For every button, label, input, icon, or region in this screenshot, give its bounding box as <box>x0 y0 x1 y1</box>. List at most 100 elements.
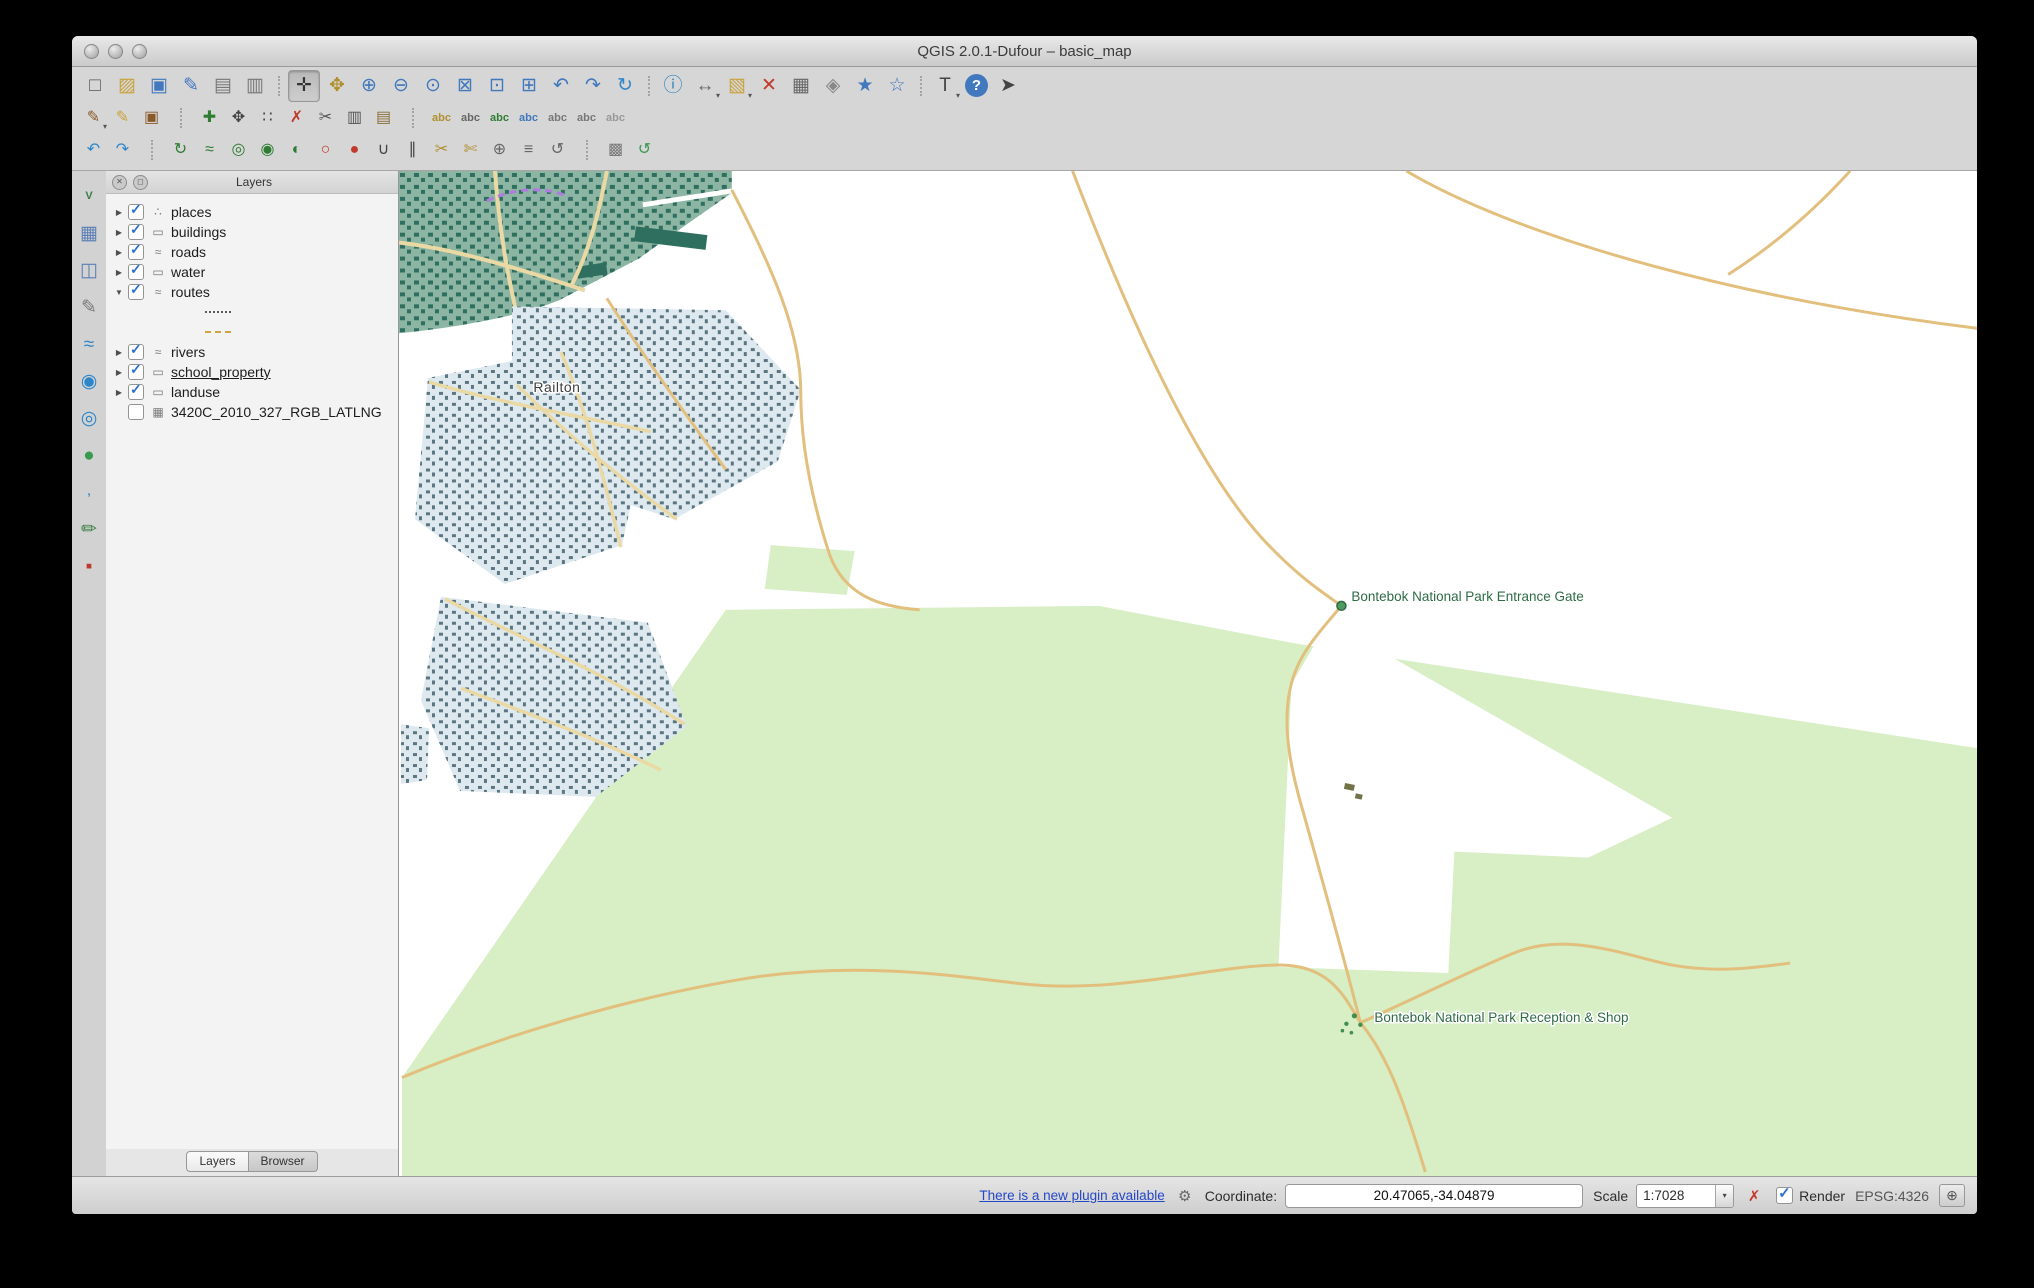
legend-item-routes-dotted[interactable]: ✓ <box>112 302 398 322</box>
attribute-table-button[interactable]: ▦ ▾ <box>786 71 816 101</box>
simplify-feature-button[interactable]: ≈ ▾ <box>196 137 223 164</box>
zoom-native-button[interactable]: ⊙ ▾ <box>418 71 448 101</box>
expander-icon[interactable]: ▶ <box>112 228 126 237</box>
deselect-features-button[interactable]: ✕ ▾ <box>754 71 784 101</box>
split-features-button[interactable]: ✂ ▾ <box>428 137 455 164</box>
reshape-features-button[interactable]: ∪ ▾ <box>370 137 397 164</box>
float-panel-icon[interactable]: ◻ <box>133 175 148 190</box>
change-label-button[interactable]: abc ▾ <box>544 105 571 132</box>
add-wfs-layer-button[interactable]: ● ▾ <box>74 440 104 470</box>
split-parts-button[interactable]: ✄ ▾ <box>457 137 484 164</box>
copy-features-button[interactable]: ▥ ▾ <box>341 105 368 132</box>
titlebar[interactable]: QGIS 2.0.1-Dufour – basic_map <box>72 36 1977 67</box>
offset-curve-button[interactable]: ∥ ▾ <box>399 137 426 164</box>
local-stretch-button[interactable]: ↺ ▾ <box>631 137 658 164</box>
toggle-editing-button[interactable]: ✎ ▾ <box>109 105 136 132</box>
identify-features-button[interactable]: ⓘ ▾ <box>658 71 688 101</box>
add-raster-layer-button[interactable]: ▦ ▾ <box>74 218 104 248</box>
new-bookmark-button[interactable]: ★ ▾ <box>850 71 880 101</box>
redo-button[interactable]: ↷ ▾ <box>109 137 136 164</box>
rotate-label-button[interactable]: abc ▾ <box>515 105 542 132</box>
new-print-composer-button[interactable]: ▤ ▾ <box>208 71 238 101</box>
plugin-available-link[interactable]: There is a new plugin available <box>979 1188 1164 1203</box>
add-wcs-layer-button[interactable]: ◎ ▾ <box>74 403 104 433</box>
current-edits-button[interactable]: ✎ ▾ <box>80 105 107 132</box>
toolbar-separator[interactable]: ▾ <box>138 137 165 164</box>
zoom-to-layer-button[interactable]: ⊞ ▾ <box>514 71 544 101</box>
toolbar-separator[interactable]: ▾ <box>914 71 928 101</box>
zoom-next-button[interactable]: ↷ ▾ <box>578 71 608 101</box>
layer-checkbox[interactable]: ✓ <box>128 344 144 360</box>
minimize-window-button[interactable] <box>108 44 123 59</box>
pan-map-button[interactable]: ✛ ▾ <box>288 70 320 102</box>
close-window-button[interactable] <box>84 44 99 59</box>
expander-icon[interactable]: ▶ <box>112 368 126 377</box>
expander-icon[interactable]: ▶ <box>112 268 126 277</box>
cut-features-button[interactable]: ✂ ▾ <box>312 105 339 132</box>
layer-item-school-property[interactable]: ▶ ✓ ▭ school_property <box>112 362 398 382</box>
zoom-window-button[interactable] <box>132 44 147 59</box>
expander-icon[interactable]: ▶ <box>112 248 126 257</box>
crs-status-button[interactable]: ⊕ <box>1939 1184 1965 1207</box>
save-project-as-button[interactable]: ✎ ▾ <box>176 71 206 101</box>
new-project-button[interactable]: □ ▾ <box>80 71 110 101</box>
layer-item-rivers[interactable]: ▶ ✓ ≈ rivers <box>112 342 398 362</box>
measure-button[interactable]: ↔ ▾ <box>690 71 720 101</box>
merge-features-button[interactable]: ⊕ ▾ <box>486 137 513 164</box>
rotate-point-symbols-button[interactable]: ↺ ▾ <box>544 137 571 164</box>
layer-checkbox[interactable]: ✓ <box>128 404 144 420</box>
toolbar-separator[interactable]: ▾ <box>167 105 194 132</box>
expander-icon[interactable]: ▶ <box>112 208 126 217</box>
whats-this-button[interactable]: ➤ ▾ <box>993 71 1023 101</box>
layer-checkbox[interactable]: ✓ <box>128 204 144 220</box>
pan-to-selection-button[interactable]: ✥ ▾ <box>322 71 352 101</box>
layer-checkbox[interactable]: ✓ <box>128 264 144 280</box>
tab-browser[interactable]: Browser <box>249 1151 318 1172</box>
layer-item-roads[interactable]: ▶ ✓ ≈ roads <box>112 242 398 262</box>
zoom-to-selection-button[interactable]: ⊡ ▾ <box>482 71 512 101</box>
label-settings-button[interactable]: abc ▾ <box>457 105 484 132</box>
open-project-button[interactable]: ▨ ▾ <box>112 71 142 101</box>
plugin-icon[interactable]: ⚙ <box>1175 1186 1195 1206</box>
rotate-feature-button[interactable]: ↻ ▾ <box>167 137 194 164</box>
map-canvas[interactable]: Bontebok National Park Entrance Gate Bon… <box>399 171 1977 1176</box>
text-annotation-button[interactable]: T ▾ <box>930 71 960 101</box>
stretch-histogram-button[interactable]: ▩ ▾ <box>602 137 629 164</box>
paste-features-button[interactable]: ▤ ▾ <box>370 105 397 132</box>
delete-part-button[interactable]: ● ▾ <box>341 137 368 164</box>
expander-icon[interactable]: ▼ <box>112 288 126 297</box>
show-bookmarks-button[interactable]: ☆ ▾ <box>882 71 912 101</box>
labeling-button[interactable]: abc ▾ <box>428 105 455 132</box>
tab-layers[interactable]: Layers <box>186 1151 248 1172</box>
layer-item-raster[interactable]: ✓ ▦ 3420C_2010_327_RGB_LATLNG <box>112 402 398 422</box>
layer-checkbox[interactable]: ✓ <box>128 284 144 300</box>
map-tips-button[interactable]: ◈ ▾ <box>818 71 848 101</box>
add-spatialite-layer-button[interactable]: ✎ ▾ <box>74 292 104 322</box>
layer-item-water[interactable]: ▶ ✓ ▭ water <box>112 262 398 282</box>
layer-checkbox[interactable]: ✓ <box>128 224 144 240</box>
zoom-in-button[interactable]: ⊕ ▾ <box>354 71 384 101</box>
zoom-last-button[interactable]: ↶ ▾ <box>546 71 576 101</box>
add-part-button[interactable]: ◉ ▾ <box>254 137 281 164</box>
zoom-out-button[interactable]: ⊖ ▾ <box>386 71 416 101</box>
delete-selected-button[interactable]: ✗ ▾ <box>283 105 310 132</box>
add-delimited-text-layer-button[interactable]: , ▾ <box>74 477 104 507</box>
expander-icon[interactable]: ▶ <box>112 388 126 397</box>
scale-dropdown-arrow-icon[interactable]: ▾ <box>1715 1185 1733 1207</box>
add-feature-button[interactable]: ✚ ▾ <box>196 105 223 132</box>
add-postgis-layer-button[interactable]: ◫ ▾ <box>74 255 104 285</box>
new-shapefile-layer-button[interactable]: ✏ ▾ <box>74 514 104 544</box>
toolbar-separator[interactable]: ▾ <box>272 71 286 101</box>
select-features-button[interactable]: ▧ ▾ <box>722 71 752 101</box>
legend-item-routes-dashed[interactable]: ✓ <box>112 322 398 342</box>
layer-item-buildings[interactable]: ▶ ✓ ▭ buildings <box>112 222 398 242</box>
add-oracle-layer-button[interactable]: ≈ ▾ <box>74 329 104 359</box>
toolbar-separator[interactable]: ▾ <box>573 137 600 164</box>
add-wms-layer-button[interactable]: ◉ ▾ <box>74 366 104 396</box>
toolbar-separator[interactable]: ▾ <box>642 71 656 101</box>
help-button[interactable]: ? ▾ <box>965 74 988 97</box>
layer-item-places[interactable]: ▶ ✓ ∴ places <box>112 202 398 222</box>
save-project-button[interactable]: ▣ ▾ <box>144 71 174 101</box>
delete-ring-button[interactable]: ○ ▾ <box>312 137 339 164</box>
undo-button[interactable]: ↶ ▾ <box>80 137 107 164</box>
